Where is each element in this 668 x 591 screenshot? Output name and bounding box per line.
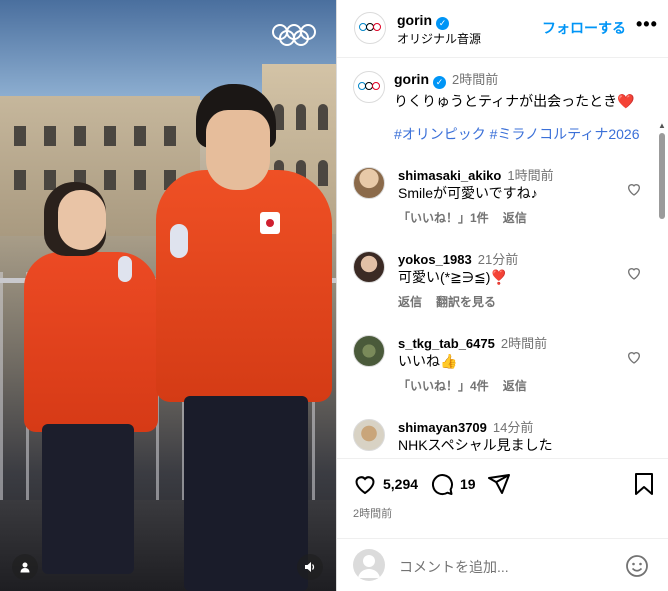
olympic-rings-icon [358, 82, 380, 92]
audio-label[interactable]: オリジナル音源 [397, 30, 481, 47]
divider [337, 458, 668, 459]
commenter-avatar[interactable] [353, 335, 385, 367]
comment-item: shimasaki_akiko 1時間前 Smileが可愛いですね♪ 「いいね！」… [353, 161, 653, 241]
man-legs [184, 396, 308, 591]
caption-time[interactable]: 2時間前 [452, 72, 498, 87]
save-action [633, 470, 655, 498]
caption-username[interactable]: gorin [394, 71, 429, 87]
more-options-icon[interactable]: ••• [636, 14, 658, 35]
comment-input[interactable]: コメントを追加... [399, 557, 509, 577]
olympic-rings-logo [272, 24, 318, 46]
commenter-avatar[interactable] [353, 251, 385, 283]
reply-button[interactable]: 返信 [398, 295, 422, 309]
comment-time[interactable]: 21分前 [478, 252, 518, 267]
account-avatar[interactable] [354, 12, 386, 44]
add-comment-bar: コメントを追加... [337, 538, 668, 591]
comment-text: いいね👍 [398, 353, 458, 369]
person-tag-icon[interactable] [12, 554, 38, 580]
posted-time[interactable]: 2時間前 [353, 505, 392, 521]
comment-time[interactable]: 2時間前 [501, 336, 547, 351]
post-media[interactable] [0, 0, 336, 591]
speaker-icon[interactable] [297, 554, 323, 580]
mascot-doll-small [118, 256, 132, 282]
comment-item: s_tkg_tab_6475 2時間前 いいね👍 「いいね！」4件 返信 [353, 329, 653, 409]
caption-text: りくりゅうとティナが出会ったとき❤️ [394, 93, 635, 109]
comment-action: 19 [430, 470, 476, 498]
likes-count[interactable]: 5,294 [383, 476, 418, 492]
post-actions: 5,294 19 [337, 470, 668, 504]
woman-face [58, 190, 106, 250]
share-action [487, 470, 511, 498]
commenter-username[interactable]: yokos_1983 [398, 252, 472, 267]
comment-text: NHKスペシャル見ました [398, 437, 553, 453]
comments-count[interactable]: 19 [460, 476, 476, 492]
woman-legs [42, 424, 134, 574]
comment-item: shimayan3709 14分前 NHKスペシャル見ました [353, 413, 653, 458]
man-face [206, 110, 270, 190]
current-user-avatar [353, 549, 385, 581]
comment-likes[interactable]: 「いいね！」1件 [398, 211, 489, 225]
post-header: gorin ✓ オリジナル音源 フォローする ••• [337, 0, 668, 58]
reply-button[interactable]: 返信 [503, 379, 527, 393]
comments-scrollbar[interactable] [659, 133, 665, 219]
mascot-doll [170, 224, 188, 258]
caption-avatar[interactable] [353, 71, 385, 103]
follow-button[interactable]: フォローする [542, 18, 626, 38]
comment-likes[interactable]: 「いいね！」4件 [398, 379, 489, 393]
heart-icon[interactable] [626, 181, 642, 197]
heart-icon[interactable] [353, 472, 377, 496]
commenter-username[interactable]: s_tkg_tab_6475 [398, 336, 495, 351]
commenter-username[interactable]: shimasaki_akiko [398, 168, 501, 183]
bookmark-icon[interactable] [633, 472, 655, 496]
like-action: 5,294 [353, 470, 418, 498]
commenter-avatar[interactable] [353, 167, 385, 199]
reply-button[interactable]: 返信 [503, 211, 527, 225]
japan-flag-patch [260, 212, 280, 234]
heart-icon[interactable] [626, 265, 642, 281]
woman-jacket [24, 252, 158, 432]
verified-badge-icon: ✓ [433, 76, 446, 89]
header-username[interactable]: gorin [397, 12, 432, 28]
commenter-avatar[interactable] [353, 419, 385, 451]
post-sidebar: gorin ✓ オリジナル音源 フォローする ••• gorin ✓ 2時間前 りくり… [336, 0, 668, 591]
caption-hashtags[interactable]: #オリンピック #ミラノコルティナ2026 [394, 124, 640, 144]
comments-section[interactable]: gorin ✓ 2時間前 りくりゅうとティナが出会ったとき❤️ #オリンピック #ミ… [337, 59, 668, 458]
comment-text: Smileが可愛いですね♪ [398, 185, 538, 201]
comment-item: yokos_1983 21分前 可愛い(*≧∋≦)❣️ 返信 翻訳を見る [353, 245, 653, 325]
scroll-up-arrow-icon[interactable]: ▲ [658, 121, 666, 130]
translate-button[interactable]: 翻訳を見る [436, 295, 496, 309]
verified-badge-icon: ✓ [436, 17, 449, 30]
comment-bubble-icon[interactable] [430, 472, 454, 496]
share-send-icon[interactable] [487, 472, 511, 496]
heart-icon[interactable] [626, 349, 642, 365]
commenter-username[interactable]: shimayan3709 [398, 420, 487, 435]
olympic-rings-icon [359, 23, 381, 33]
comment-text: 可愛い(*≧∋≦)❣️ [398, 269, 508, 285]
comment-time[interactable]: 1時間前 [507, 168, 553, 183]
man-jacket [156, 170, 332, 402]
comment-time[interactable]: 14分前 [493, 420, 533, 435]
emoji-icon[interactable] [625, 554, 649, 578]
